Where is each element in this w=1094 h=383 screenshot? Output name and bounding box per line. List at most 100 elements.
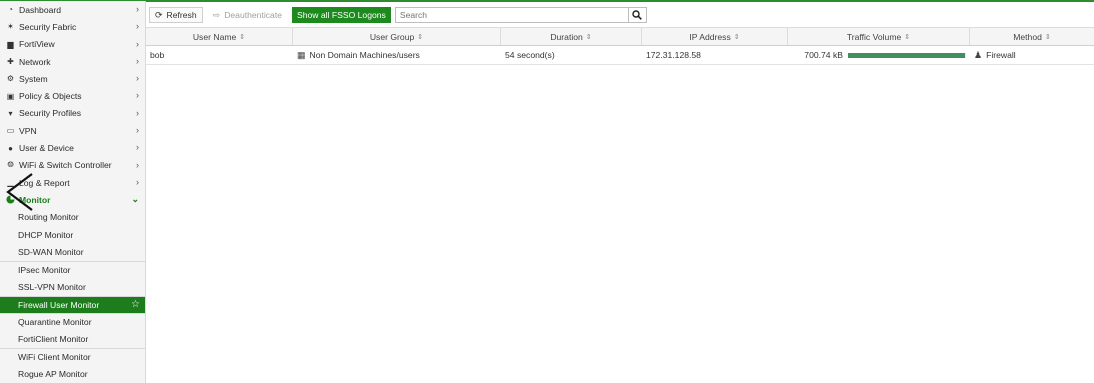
- sidebar-subitem-routing-monitor[interactable]: Routing Monitor: [0, 209, 145, 226]
- sidebar-subitem-sd-wan-monitor[interactable]: SD-WAN Monitor: [0, 243, 145, 260]
- sidebar-subitem-dhcp-monitor[interactable]: DHCP Monitor: [0, 226, 145, 243]
- chevron-right-icon: ›: [136, 21, 139, 32]
- sidebar-item-security-profiles[interactable]: ▾ Security Profiles ›: [0, 105, 145, 122]
- sidebar-item-dashboard[interactable]: ◔ Dashboard ›: [0, 1, 145, 18]
- sidebar-item-label: VPN: [19, 125, 37, 136]
- network-icon: ✚: [7, 57, 14, 67]
- sort-icon: ⇕: [904, 33, 911, 41]
- sidebar-item-wifi-switch-controller[interactable]: ⨷ WiFi & Switch Controller ›: [0, 157, 145, 174]
- sidebar-item-label: User & Device: [19, 143, 74, 154]
- chevron-right-icon: ›: [136, 125, 139, 136]
- traffic-volume-fill: [848, 52, 965, 58]
- sidebar-subitem-label: SSL-VPN Monitor: [18, 281, 86, 292]
- sort-icon: ⇕: [417, 33, 424, 41]
- sidebar-item-policy-objects[interactable]: ▣ Policy & Objects ›: [0, 87, 145, 104]
- sidebar-item-log-report[interactable]: ▁ Log & Report ›: [0, 174, 145, 191]
- cell-duration: 54 second(s): [505, 50, 555, 60]
- column-header-user-name[interactable]: User Name ⇕: [146, 28, 293, 45]
- gear-icon: ⚙: [6, 74, 15, 84]
- cell-ip-address: 172.31.128.58: [646, 50, 701, 60]
- table-header: User Name ⇕ User Group ⇕ Duration ⇕ IP Addr…: [146, 27, 1094, 46]
- sidebar-subitem-rogue-ap-monitor[interactable]: Rogue AP Monitor: [0, 365, 145, 382]
- sidebar-item-label: Monitor: [19, 194, 51, 205]
- sort-icon: ⇕: [585, 33, 592, 41]
- sidebar-item-system[interactable]: ⚙ System ›: [0, 70, 145, 87]
- sidebar-item-network[interactable]: ✚ Network ›: [0, 53, 145, 70]
- sidebar: ◔ Dashboard › ✶ Security Fabric › ▆ FortiView › ✚…: [0, 1, 146, 383]
- vpn-icon: ▭: [6, 126, 15, 136]
- sort-icon: ⇕: [733, 33, 740, 41]
- sidebar-item-label: Policy & Objects: [19, 91, 82, 102]
- search-input[interactable]: [395, 8, 628, 22]
- sidebar-item-label: FortiView: [19, 39, 55, 50]
- sidebar-item-monitor[interactable]: Monitor ⌄: [0, 191, 145, 208]
- column-header-method[interactable]: Method ⇕: [970, 28, 1094, 45]
- user-monitor-table: User Name ⇕ User Group ⇕ Duration ⇕ IP Addr…: [146, 27, 1094, 65]
- cell-traffic-volume: 700.74 kB: [788, 46, 970, 64]
- sidebar-nav: ◔ Dashboard › ✶ Security Fabric › ▆ FortiView › ✚…: [0, 1, 145, 191]
- sort-icon: ⇕: [1044, 33, 1051, 41]
- column-header-ip-address[interactable]: IP Address ⇕: [642, 28, 788, 45]
- refresh-button[interactable]: ⟳ Refresh: [149, 7, 203, 23]
- search-icon: [632, 10, 643, 20]
- fortiview-icon: ▆: [7, 39, 14, 49]
- user-group-icon: ▦: [297, 49, 306, 60]
- monitor-icon: [6, 195, 15, 204]
- toolbar: ⟳ Refresh ⇨ Deauthenticate Show all FSSO…: [149, 6, 647, 24]
- chevron-right-icon: ›: [136, 38, 139, 49]
- sidebar-item-label: Log & Report: [19, 177, 70, 188]
- security-fabric-icon: ✶: [7, 22, 14, 32]
- sidebar-item-label: Security Fabric: [19, 21, 77, 32]
- sidebar-subitem-label: Firewall User Monitor: [18, 299, 100, 310]
- chevron-right-icon: ›: [136, 176, 139, 187]
- sidebar-subitem-wifi-client-monitor[interactable]: WiFi Client Monitor: [0, 347, 145, 365]
- sidebar-subitem-forticlient-monitor[interactable]: FortiClient Monitor: [0, 330, 145, 347]
- sidebar-subitem-label: Routing Monitor: [18, 212, 79, 223]
- sidebar-subitem-quarantine-monitor[interactable]: Quarantine Monitor: [0, 312, 145, 330]
- top-accent-line: [0, 0, 1094, 2]
- sidebar-subitem-ssl-vpn-monitor[interactable]: SSL-VPN Monitor: [0, 278, 145, 295]
- sidebar-item-user-device[interactable]: ● User & Device ›: [0, 139, 145, 156]
- search-box: [394, 7, 647, 23]
- sidebar-item-vpn[interactable]: ▭ VPN ›: [0, 122, 145, 139]
- chevron-right-icon: ›: [136, 73, 139, 84]
- table-row[interactable]: bob ▦ Non Domain Machines/users 54 secon…: [146, 46, 1094, 65]
- sidebar-subitem-ipsec-monitor[interactable]: IPsec Monitor: [0, 260, 145, 278]
- sidebar-item-security-fabric[interactable]: ✶ Security Fabric ›: [0, 18, 145, 35]
- sidebar-item-label: Network: [19, 56, 51, 67]
- sidebar-item-label: WiFi & Switch Controller: [19, 160, 112, 171]
- deauthenticate-label: Deauthenticate: [224, 10, 282, 20]
- lock-icon: ▾: [8, 108, 13, 118]
- dashboard-icon: ◔: [8, 5, 13, 15]
- sidebar-item-fortiview[interactable]: ▆ FortiView ›: [0, 36, 145, 53]
- cell-method: ♟ Firewall: [974, 49, 1016, 61]
- chevron-right-icon: ›: [136, 4, 139, 14]
- traffic-volume-bar: [848, 52, 966, 58]
- column-header-traffic-volume[interactable]: Traffic Volume ⇕: [788, 28, 970, 45]
- refresh-label: Refresh: [166, 10, 197, 20]
- user-icon: ♟: [974, 49, 983, 60]
- column-header-duration[interactable]: Duration ⇕: [501, 28, 642, 45]
- sidebar-item-label: Dashboard: [19, 4, 62, 15]
- log-report-icon: ▁: [7, 178, 14, 188]
- sidebar-subitem-firewall-user-monitor[interactable]: Firewall User Monitor ☆: [0, 295, 145, 313]
- search-button[interactable]: [627, 8, 646, 22]
- column-header-user-group[interactable]: User Group ⇕: [293, 28, 501, 45]
- cell-user-name: bob: [150, 50, 165, 60]
- show-fsso-logons-button[interactable]: Show all FSSO Logons: [292, 7, 391, 23]
- sidebar-subitem-label: WiFi Client Monitor: [18, 351, 91, 362]
- deauthenticate-icon: ⇨: [212, 9, 221, 20]
- show-fsso-logons-label: Show all FSSO Logons: [297, 10, 386, 20]
- sidebar-item-label: System: [19, 73, 48, 84]
- refresh-icon: ⟳: [155, 9, 163, 20]
- sidebar-subitem-label: SD-WAN Monitor: [18, 247, 84, 258]
- sidebar-subitem-label: DHCP Monitor: [18, 229, 74, 240]
- cell-user-group: ▦ Non Domain Machines/users: [297, 49, 420, 61]
- star-icon[interactable]: ☆: [131, 299, 140, 310]
- sidebar-subitem-label: FortiClient Monitor: [18, 333, 89, 344]
- user-icon: ●: [8, 143, 13, 153]
- deauthenticate-button[interactable]: ⇨ Deauthenticate: [207, 7, 288, 23]
- chevron-right-icon: ›: [136, 142, 139, 153]
- sidebar-subitem-label: IPsec Monitor: [18, 264, 71, 275]
- chevron-right-icon: ›: [136, 55, 139, 66]
